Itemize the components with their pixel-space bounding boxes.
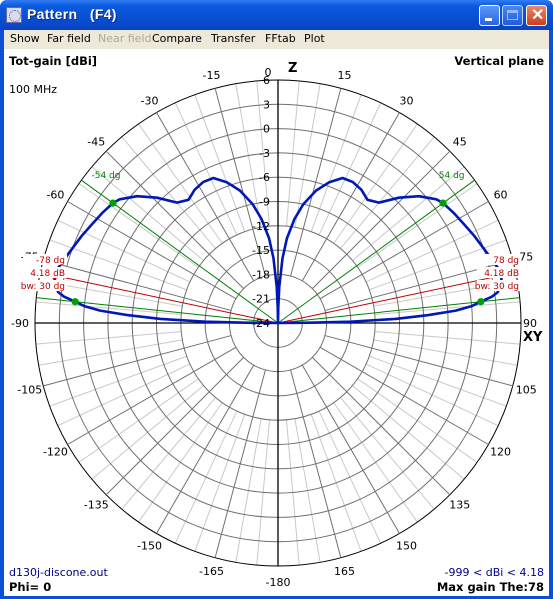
minimize-icon xyxy=(485,18,492,21)
minimize-button[interactable] xyxy=(479,5,500,26)
grid-line-major xyxy=(301,112,400,282)
beamwidth-label: 54 dg xyxy=(439,171,465,181)
xy-axis-label: XY xyxy=(523,330,543,345)
gain-range: -999 < dBi < 4.18 xyxy=(444,566,544,579)
angle-tick-label: 165 xyxy=(334,565,355,578)
maximize-icon xyxy=(507,10,518,20)
angle-tick-label: -180 xyxy=(266,576,291,589)
beamwidth-marker xyxy=(109,199,117,207)
angle-tick-label: 120 xyxy=(490,446,511,459)
quantity-label: Tot-gain [dBi] xyxy=(9,54,98,68)
angle-tick-label: -90 xyxy=(11,317,29,330)
radial-tick-label: -6 xyxy=(259,171,270,184)
angle-tick-label: 60 xyxy=(494,189,508,202)
grid-line-major xyxy=(290,369,342,558)
angle-tick-label: -165 xyxy=(199,565,224,578)
angle-tick-label: -120 xyxy=(43,446,68,459)
grid-line-major xyxy=(214,369,266,558)
max-gain-label: Max gain The:78 xyxy=(436,580,544,594)
radial-tick-label: -3 xyxy=(259,147,270,160)
radial-tick-label: -12 xyxy=(252,220,270,233)
file-name: d130j-discone.out xyxy=(9,566,108,579)
menu-fftab[interactable]: FFtab xyxy=(265,32,296,45)
window-title: Pattern (F4) xyxy=(27,6,117,22)
beamwidth-marker xyxy=(477,298,485,306)
angle-tick-label: -45 xyxy=(87,135,105,148)
angle-tick-label: 135 xyxy=(449,499,470,512)
grid-line-major xyxy=(156,364,255,534)
menu-far-field[interactable]: Far field xyxy=(47,32,91,45)
angle-tick-label: -150 xyxy=(137,540,162,553)
grid-line-major xyxy=(324,335,513,387)
angle-tick-label: -105 xyxy=(17,384,42,397)
angle-tick-label: 150 xyxy=(396,540,417,553)
beamwidth-label: -54 dg xyxy=(91,171,120,181)
angle-tick-label: -60 xyxy=(46,189,64,202)
radial-tick-label: -18 xyxy=(252,268,270,281)
angle-tick-label: -15 xyxy=(202,69,220,82)
grid-line-major xyxy=(43,335,232,387)
polar-plot: 630-3-6-9-12-15-18-21-240 153045607590105… xyxy=(11,61,543,589)
maximize-button[interactable] xyxy=(502,5,523,26)
title-bar[interactable]: Pattern (F4) ✕ xyxy=(0,0,553,30)
radial-tick-label: -21 xyxy=(252,293,270,306)
max-angle-label: -78 dg xyxy=(36,256,65,266)
menu-transfer[interactable]: Transfer xyxy=(211,32,255,45)
angle-tick-label: 15 xyxy=(338,69,352,82)
angle-tick-label: 90 xyxy=(523,317,537,330)
angle-tick-label: -30 xyxy=(141,94,159,107)
menu-near-field: Near field xyxy=(98,32,152,45)
plane-label: Vertical plane xyxy=(454,54,544,68)
max-gain-value: 4.18 dB xyxy=(484,269,519,279)
menu-plot[interactable]: Plot xyxy=(304,32,325,45)
max-gain-value: 4.18 dB xyxy=(30,269,65,279)
beamwidth-marker xyxy=(71,298,79,306)
phi-label: Phi= 0 xyxy=(9,580,52,594)
beamwidth-marker xyxy=(439,199,447,207)
angle-tick-label: 45 xyxy=(453,135,467,148)
grid-line-major xyxy=(319,346,489,445)
radial-tick-label: 3 xyxy=(263,98,270,111)
angle-tick-label: 75 xyxy=(519,250,533,263)
app-icon xyxy=(6,7,22,23)
grid-line-major xyxy=(43,259,232,311)
grid-line-major xyxy=(156,112,255,282)
angle-tick-label: 105 xyxy=(516,384,537,397)
angle-tick-label: 30 xyxy=(400,94,414,107)
beamwidth-value: bw: 30 dg xyxy=(21,282,65,292)
radial-tick-label: 0 xyxy=(263,123,270,136)
angle-tick-label: 0 xyxy=(265,66,272,79)
menu-bar: Show Far field Near field Compare Transf… xyxy=(4,30,549,49)
z-axis-label: Z xyxy=(288,61,297,76)
grid-line-major xyxy=(301,364,400,534)
radial-tick-label: -15 xyxy=(252,244,270,257)
radial-tick-label: -24 xyxy=(252,317,270,330)
close-button[interactable]: ✕ xyxy=(526,5,547,26)
angle-tick-label: -135 xyxy=(84,499,109,512)
grid-line-major xyxy=(67,346,237,445)
plot-area: 6 3 0 -3 -6 -9 -12 -15 -18 -21 -24 0 15 30 45 60 75 90 105… xyxy=(4,49,549,596)
frequency-label: 100 MHz xyxy=(9,83,58,96)
menu-show[interactable]: Show xyxy=(10,32,40,45)
tick-labels: 630-3-6-9-12-15-18-21-240 153045607590105… xyxy=(11,61,543,589)
pattern-window: Pattern (F4) ✕ Show Far field Near field… xyxy=(0,0,553,599)
beamwidth-value: bw: 30 dg xyxy=(475,282,519,292)
max-angle-label: 78 dg xyxy=(493,256,519,266)
menu-compare[interactable]: Compare xyxy=(152,32,202,45)
close-icon: ✕ xyxy=(531,7,545,24)
radial-tick-label: -9 xyxy=(259,196,270,209)
